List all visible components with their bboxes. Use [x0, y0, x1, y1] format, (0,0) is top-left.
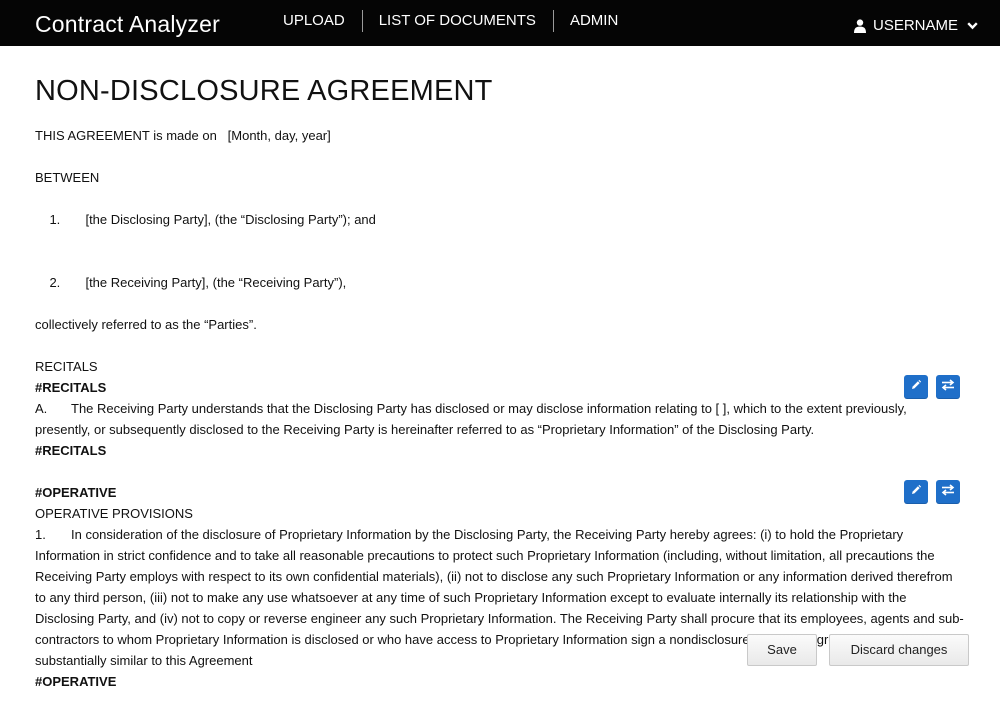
- operative-number: 1.: [35, 527, 46, 542]
- discard-changes-button[interactable]: Discard changes: [829, 634, 969, 666]
- operative-tag-close: #OPERATIVE: [35, 674, 117, 689]
- recital-number: A.: [35, 401, 48, 416]
- operative-actions: [904, 480, 960, 504]
- top-navbar: Contract Analyzer UPLOAD LIST OF DOCUMEN…: [0, 0, 1000, 46]
- user-menu[interactable]: USERNAME: [853, 16, 978, 36]
- swap-arrows-icon: [941, 483, 955, 501]
- party-item: 1. [the Disclosing Party], (the “Disclosi…: [35, 188, 965, 251]
- recitals-heading: RECITALS: [35, 359, 98, 374]
- between-heading: BETWEEN: [35, 170, 100, 185]
- edit-operative-button[interactable]: [904, 480, 928, 504]
- operative-text: In consideration of the disclosure of Pr…: [35, 527, 964, 668]
- recitals-section: #RECITALS A. The Receiving Party underst…: [35, 375, 965, 461]
- party-text: [the Receiving Party], (the “Receiving P…: [85, 275, 347, 290]
- username-label: USERNAME: [872, 17, 958, 34]
- save-button[interactable]: Save: [747, 634, 817, 666]
- edit-recitals-button[interactable]: [904, 375, 928, 399]
- app-title[interactable]: Contract Analyzer: [35, 9, 220, 39]
- agreement-intro: THIS AGREEMENT is made on [Month, day, y…: [35, 128, 331, 143]
- chevron-down-icon: [967, 22, 978, 30]
- user-icon: [853, 19, 866, 33]
- party-text: [the Disclosing Party], (the “Disclosing…: [85, 212, 376, 227]
- document-title: NON-DISCLOSURE AGREEMENT: [35, 75, 493, 107]
- recitals-actions: [904, 375, 960, 399]
- recital-text: The Receiving Party understands that the…: [35, 401, 907, 437]
- swap-operative-button[interactable]: [936, 480, 960, 504]
- operative-item: 1. In consideration of the disclosure of …: [35, 524, 965, 671]
- party-number: 2.: [49, 275, 61, 290]
- operative-tag-open: #OPERATIVE: [35, 485, 117, 500]
- pencil-icon: [910, 483, 922, 501]
- nav-list-of-documents[interactable]: LIST OF DOCUMENTS: [363, 10, 553, 32]
- recital-item: A. The Receiving Party understands that t…: [35, 398, 965, 440]
- swap-arrows-icon: [941, 378, 955, 396]
- recitals-tag-open: #RECITALS: [35, 380, 107, 395]
- operative-section: #OPERATIVE OPERATIVE PROVISIONS 1. In co…: [35, 480, 965, 692]
- party-item: 2. [the Receiving Party], (the “Receiving…: [35, 251, 965, 314]
- document-body: NON-DISCLOSURE AGREEMENT THIS AGREEMENT …: [35, 72, 965, 692]
- pencil-icon: [910, 378, 922, 396]
- parties-note: collectively referred to as the “Parties…: [35, 317, 257, 332]
- swap-recitals-button[interactable]: [936, 375, 960, 399]
- nav-links: UPLOAD LIST OF DOCUMENTS ADMIN: [267, 10, 635, 32]
- nav-upload[interactable]: UPLOAD: [267, 10, 362, 32]
- operative-heading: OPERATIVE PROVISIONS: [35, 506, 193, 521]
- party-number: 1.: [49, 212, 61, 227]
- recitals-tag-close: #RECITALS: [35, 443, 107, 458]
- nav-admin[interactable]: ADMIN: [554, 10, 635, 32]
